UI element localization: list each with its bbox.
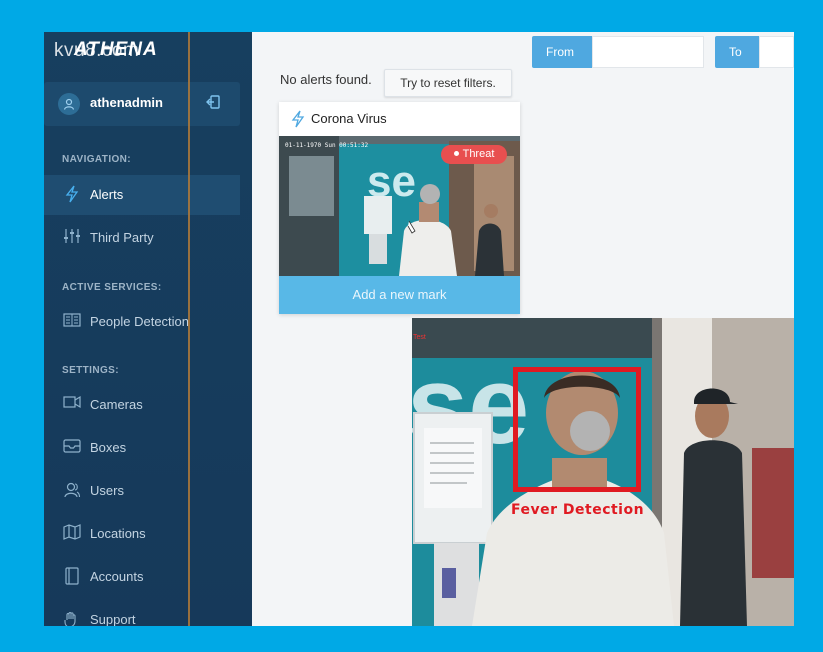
section-navigation: NAVIGATION: <box>62 154 132 165</box>
empty-alerts-message: No alerts found. <box>280 72 372 87</box>
username: athenadmin <box>90 95 163 110</box>
alert-title: Corona Virus <box>311 111 387 126</box>
threat-label: Threat <box>462 148 495 160</box>
date-to-filter: To <box>715 36 794 68</box>
from-date-input[interactable] <box>592 36 704 68</box>
map-icon <box>62 524 82 544</box>
account-icon <box>62 567 82 587</box>
brand-name: ATHENA <box>74 39 158 60</box>
section-active-services: ACTIVE SERVICES: <box>62 282 162 293</box>
section-settings: SETTINGS: <box>62 365 119 376</box>
divider-line <box>188 32 190 626</box>
corner-label: Test <box>413 334 426 341</box>
to-button[interactable]: To <box>715 36 759 68</box>
sidebar-item-cameras[interactable]: Cameras <box>44 385 240 425</box>
sidebar: kvu8.com ATHENA athenadmin NAVIGATION: A… <box>44 32 252 626</box>
sidebar-item-label: Support <box>90 612 136 626</box>
alert-card-header: Corona Virus <box>279 102 520 136</box>
sidebar-item-alerts[interactable]: Alerts <box>44 175 240 215</box>
app-window: kvu8.com ATHENA athenadmin NAVIGATION: A… <box>44 32 794 626</box>
date-from-filter: From <box>532 36 704 68</box>
users-icon <box>62 481 82 501</box>
fever-detection-box <box>513 367 641 492</box>
sidebar-item-label: People Detection <box>90 314 190 329</box>
threat-dot-icon <box>453 150 459 156</box>
threat-badge: Threat <box>441 145 507 164</box>
sliders-icon <box>62 228 82 248</box>
logout-icon[interactable] <box>204 94 222 112</box>
sidebar-item-locations[interactable]: Locations <box>44 514 240 554</box>
bolt-icon <box>62 185 82 205</box>
alert-card: Corona Virus se 01-11-1970 Sun 00:51:32 … <box>279 102 520 314</box>
fever-detection-label: Fever Detection <box>511 502 645 518</box>
to-date-input[interactable] <box>759 36 794 68</box>
sidebar-item-label: Third Party <box>90 230 154 245</box>
sidebar-item-third-party[interactable]: Third Party <box>44 218 240 258</box>
sidebar-item-users[interactable]: Users <box>44 471 240 511</box>
sidebar-item-label: Boxes <box>90 440 127 455</box>
camera-icon <box>62 395 82 415</box>
reset-filters-button[interactable]: Try to reset filters. <box>384 69 512 97</box>
sidebar-item-label: Cameras <box>90 397 143 412</box>
sidebar-item-accounts[interactable]: Accounts <box>44 557 240 597</box>
sidebar-item-label: Accounts <box>90 569 144 584</box>
video-timestamp: 01-11-1970 Sun 00:51:32 <box>285 142 369 149</box>
sidebar-item-label: Users <box>90 483 124 498</box>
sidebar-item-people-detection[interactable]: People Detection <box>44 302 240 342</box>
user-icon <box>58 93 80 115</box>
sidebar-item-label: Alerts <box>90 187 124 202</box>
video-player[interactable]: se Test Fever Detection <box>412 318 794 626</box>
sidebar-item-support[interactable]: Support <box>44 600 240 626</box>
alert-thumbnail[interactable]: se 01-11-1970 Sun 00:51:32 Threat <box>279 136 520 276</box>
bolt-icon <box>291 110 307 128</box>
book-icon <box>62 312 82 332</box>
box-icon <box>62 438 82 458</box>
user-card: athenadmin <box>44 82 240 126</box>
from-button[interactable]: From <box>532 36 592 68</box>
add-mark-button[interactable]: Add a new mark <box>279 276 520 314</box>
sidebar-item-boxes[interactable]: Boxes <box>44 428 240 468</box>
support-icon <box>62 610 82 626</box>
sidebar-item-label: Locations <box>90 526 146 541</box>
